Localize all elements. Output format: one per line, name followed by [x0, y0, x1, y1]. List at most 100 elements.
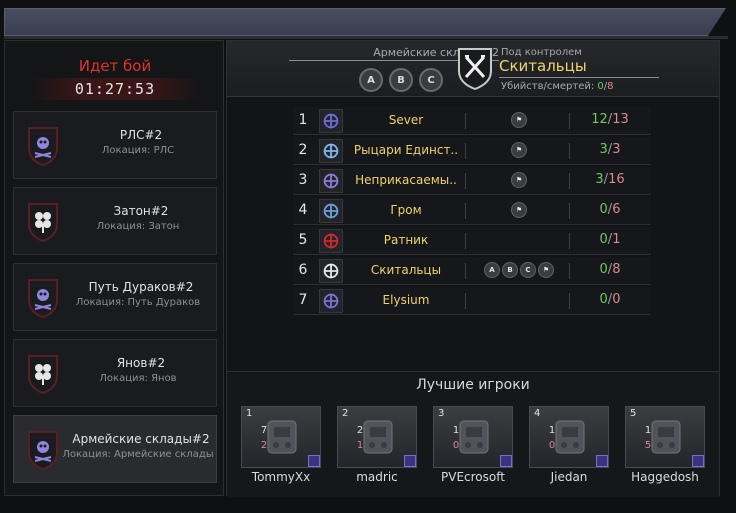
control-underline — [499, 77, 659, 78]
faction-rank: 4 — [298, 202, 308, 218]
player-name: madric — [356, 470, 398, 484]
skull-shield-icon — [26, 126, 60, 167]
faction-badge-icon — [404, 455, 416, 467]
column-separator — [465, 293, 466, 309]
player-name: TommyXx — [251, 470, 311, 484]
faction-deaths: 8 — [612, 262, 621, 277]
faction-row[interactable]: 7 Elysium 0/0 — [293, 287, 651, 315]
player-kills: 1 — [644, 425, 652, 436]
location-card[interactable]: Путь Дураков#2 Локация: Путь Дураков — [13, 263, 217, 331]
faction-emblem-icon — [319, 139, 343, 163]
best-player-card[interactable]: 5 1 5 Haggedosh — [625, 406, 709, 490]
player-rank: 1 — [246, 408, 253, 419]
location-card-subtitle: Локация: Янов — [99, 373, 177, 384]
faction-rank: 2 — [298, 142, 308, 158]
armor-icon — [555, 420, 585, 454]
faction-emblem-icon — [319, 229, 343, 253]
column-separator — [465, 143, 466, 159]
faction-emblem-icon — [319, 259, 343, 283]
column-separator — [465, 263, 466, 279]
faction-row[interactable]: 1 Sever ⚑ 12/13 — [293, 107, 651, 135]
location-card[interactable]: Затон#2 Локация: Затон — [13, 187, 217, 255]
faction-badge-icon — [308, 455, 320, 467]
player-name: Jiedan — [550, 470, 588, 484]
faction-score: 0/0 — [599, 292, 621, 307]
faction-kills: 12 — [591, 112, 608, 127]
player-deaths: 5 — [644, 440, 652, 451]
location-card[interactable]: Янов#2 Локация: Янов — [13, 339, 217, 407]
point-icon: C — [520, 262, 536, 278]
capture-point-b[interactable]: B — [389, 68, 413, 92]
player-rank: 2 — [342, 408, 349, 419]
best-players-section: Лучшие игроки 1 7 2 TommyXx 2 2 1 madric 3 1 0 PVEc… — [227, 371, 719, 497]
capture-point-a[interactable]: A — [359, 68, 383, 92]
faction-score: 12/13 — [591, 112, 629, 127]
column-separator — [569, 173, 570, 189]
faction-name: Рыцари Единст.. — [353, 143, 459, 157]
faction-points: ⚑ — [471, 202, 567, 218]
faction-row[interactable]: 4 Гром ⚑ 0/6 — [293, 197, 651, 225]
faction-row[interactable]: 3 Неприкасаемы.. ⚑ 3/16 — [293, 167, 651, 195]
player-equipment-image: 31 0 — [433, 406, 513, 468]
faction-emblem-icon — [319, 199, 343, 223]
player-deaths: 2 — [260, 440, 268, 451]
clover-shield-icon — [26, 354, 60, 395]
faction-kills: 3 — [595, 172, 604, 187]
faction-name: Неприкасаемы.. — [355, 173, 457, 187]
battle-timer: 01:27:53 — [29, 78, 201, 100]
faction-standings-table: 1 Sever ⚑ 12/13 2 Рыцари Единст.. ⚑ 3/3 3 Неприка… — [293, 107, 651, 317]
best-player-card[interactable]: 2 2 1 madric — [337, 406, 421, 490]
best-players-title: Лучшие игроки — [416, 377, 530, 393]
control-faction-name: Скитальцы — [499, 57, 587, 75]
player-name: PVEcrosoft — [441, 470, 505, 484]
faction-deaths: 0 — [612, 292, 621, 307]
location-card-title: РЛС#2 — [119, 128, 163, 142]
location-card-subtitle: Локация: РЛС — [101, 145, 175, 156]
column-separator — [465, 173, 466, 189]
capture-point-c[interactable]: C — [419, 68, 443, 92]
column-separator — [465, 233, 466, 249]
column-separator — [569, 113, 570, 129]
faction-row[interactable]: 5 Ратник 0/1 — [293, 227, 651, 255]
player-deaths: 0 — [548, 440, 556, 451]
faction-deaths: 3 — [612, 142, 621, 157]
faction-row[interactable]: 6 Скитальцы A B C ⚑ 0/8 — [293, 257, 651, 285]
faction-score: 3/3 — [599, 142, 621, 157]
location-card-title: Армейские склады#2 — [72, 432, 210, 446]
location-card-title: Затон#2 — [113, 204, 169, 218]
player-kills: 2 — [356, 425, 364, 436]
column-separator — [569, 203, 570, 219]
armor-icon — [267, 420, 297, 454]
player-equipment-image: 515 — [625, 406, 705, 468]
column-separator — [569, 293, 570, 309]
faction-badge-icon — [596, 455, 608, 467]
location-card-title: Янов#2 — [116, 356, 166, 370]
top-bar-edge — [4, 36, 728, 39]
crossed-swords-shield-icon — [458, 48, 492, 91]
best-player-card[interactable]: 3 1 0 PVEcrosoft — [433, 406, 517, 490]
faction-score: 3/16 — [595, 172, 625, 187]
column-separator — [465, 113, 466, 129]
location-card[interactable]: Армейские склады#2 Локация: Армейские скл… — [13, 415, 217, 483]
faction-emblem-icon — [319, 289, 343, 313]
faction-points: ⚑ — [471, 172, 567, 188]
faction-name: Elysium — [382, 293, 430, 307]
best-player-card[interactable]: 4 1 0 Jiedan — [529, 406, 613, 490]
armor-icon — [363, 420, 393, 454]
player-equipment-image: 22 1 — [337, 406, 417, 468]
location-card[interactable]: РЛС#2 Локация: РЛС — [13, 111, 217, 179]
faction-name: Ратник — [383, 233, 429, 247]
flag-icon: ⚑ — [511, 202, 527, 218]
faction-deaths: 6 — [612, 202, 621, 217]
faction-deaths: 16 — [608, 172, 625, 187]
armor-icon — [651, 420, 681, 454]
faction-rank: 7 — [298, 292, 308, 308]
battle-header: Армейские склады#2 A B C Под контролем С… — [227, 41, 719, 97]
faction-badge-icon — [692, 455, 704, 467]
clover-shield-icon — [26, 202, 60, 243]
player-name: Haggedosh — [631, 470, 699, 484]
battle-details-panel: Армейские склады#2 A B C Под контролем С… — [226, 40, 720, 497]
faction-name: Sever — [388, 113, 424, 127]
faction-row[interactable]: 2 Рыцари Единст.. ⚑ 3/3 — [293, 137, 651, 165]
best-player-card[interactable]: 1 7 2 TommyXx — [241, 406, 325, 490]
